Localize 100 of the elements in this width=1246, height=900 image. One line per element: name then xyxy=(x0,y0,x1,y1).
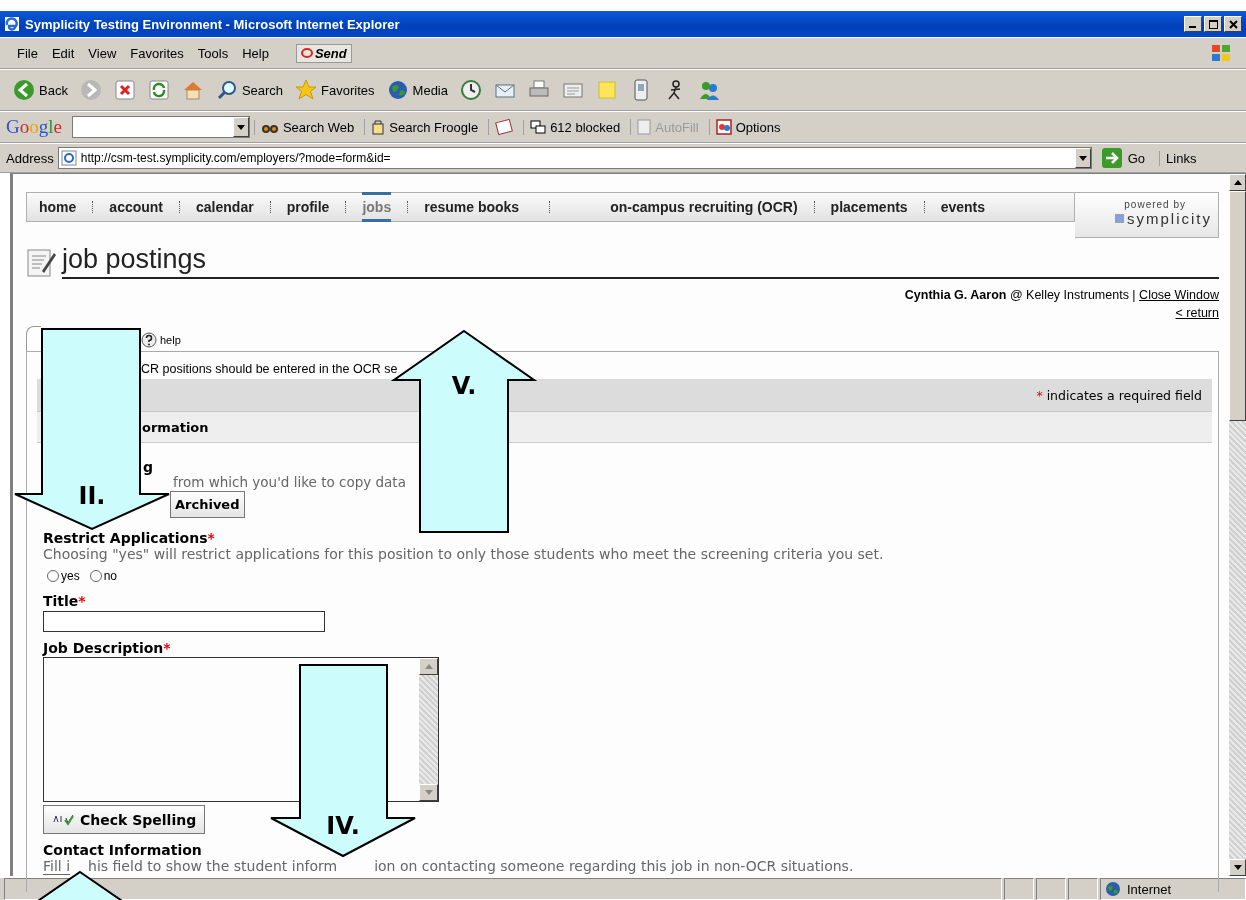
arrow-label: II. xyxy=(78,482,106,510)
people-icon xyxy=(698,79,720,101)
nav-tab[interactable]: account xyxy=(109,192,164,222)
dropdown-arrow-icon xyxy=(236,124,245,130)
security-zone: Internet xyxy=(1127,881,1172,897)
scrollbar[interactable] xyxy=(419,658,438,801)
field-description: from which you'd like to copy data xyxy=(173,475,406,489)
close-icon xyxy=(113,79,136,101)
brand-name: symplicity xyxy=(1127,210,1212,227)
field-description: his field to show the student inform xyxy=(88,858,338,875)
instruction-text: CR positions should be entered in the OCR se xyxy=(141,361,399,377)
status-panel xyxy=(1068,878,1098,900)
field-label: g xyxy=(142,459,155,475)
note-icon xyxy=(596,79,618,101)
field-description: ion on contacting someone regarding this job in non-OCR situations. xyxy=(374,858,854,875)
options-button[interactable]: Options xyxy=(708,119,787,135)
nav-tab[interactable]: profile xyxy=(286,192,330,222)
menu-item[interactable]: Help xyxy=(235,45,276,61)
shopping-bag-icon xyxy=(371,119,386,135)
maximize-icon xyxy=(1208,19,1218,29)
notepad-icon xyxy=(26,247,58,279)
close-window-link[interactable]: Close Window xyxy=(1139,288,1219,302)
field-label: Job Description* xyxy=(43,640,172,656)
down-arrow-icon xyxy=(424,790,433,795)
field-label: Restrict Applications* xyxy=(43,530,216,546)
google-search-field[interactable] xyxy=(71,116,250,138)
return-link[interactable]: < return xyxy=(1175,306,1219,320)
arrow-label: IV. xyxy=(326,812,360,840)
windows-logo-icon xyxy=(1210,43,1232,63)
popup-blocker-button[interactable]: 612 blocked xyxy=(523,119,627,135)
form-icon xyxy=(637,119,652,135)
page-icon xyxy=(60,150,77,166)
radio-option[interactable]: yes xyxy=(47,568,80,584)
favorites-button[interactable]: Favorites xyxy=(290,77,380,103)
star-icon xyxy=(295,79,318,101)
refresh-icon xyxy=(147,79,170,101)
help-icon xyxy=(141,332,157,348)
spellcheck-icon xyxy=(52,813,74,826)
nav-tab[interactable]: resume books xyxy=(424,192,520,222)
search-icon xyxy=(215,79,238,101)
page-heading: job postings xyxy=(62,244,1219,279)
radio-option[interactable]: no xyxy=(89,568,118,584)
help-link[interactable]: help xyxy=(141,332,181,348)
archived-button[interactable]: Archived xyxy=(170,491,245,518)
send-button[interactable]: Send xyxy=(295,43,352,63)
powered-by-caption: powered by xyxy=(1124,199,1186,210)
required-note: * indicates a required field xyxy=(1036,387,1202,403)
nav-tab[interactable]: jobs xyxy=(362,192,392,222)
close-button[interactable] xyxy=(1224,16,1242,32)
search-froogle-button[interactable]: Search Froogle xyxy=(364,119,485,135)
newspaper-icon xyxy=(495,119,514,135)
section-title: ormation xyxy=(142,419,209,435)
address-field[interactable]: http://csm-test.symplicity.com/employers/?mode=form&id= xyxy=(57,147,1092,169)
links-button[interactable]: Links xyxy=(1159,150,1203,166)
arrow-icon xyxy=(1101,148,1122,168)
go-button[interactable]: Go xyxy=(1095,148,1156,168)
user-info: Cynthia G. Aaron @ Kelley Instruments | xyxy=(904,288,1136,302)
up-arrow-icon xyxy=(424,664,433,669)
send-icon xyxy=(300,47,313,59)
windows-icon xyxy=(530,120,547,134)
options-icon xyxy=(715,119,732,135)
minimize-button[interactable] xyxy=(1184,16,1202,32)
globe-icon xyxy=(1105,881,1121,897)
close-icon xyxy=(1228,19,1238,29)
search-button[interactable]: Search xyxy=(210,77,289,103)
nav-tab[interactable]: on-campus recruiting (OCR) xyxy=(610,192,798,222)
maximize-button[interactable] xyxy=(1204,16,1222,32)
menu-item[interactable]: Tools xyxy=(190,45,236,61)
google-logo[interactable]: Google xyxy=(6,116,62,138)
scrollbar[interactable] xyxy=(1229,174,1246,876)
tab-edge xyxy=(26,326,41,351)
address-label: Address xyxy=(6,150,54,166)
field-label: Title* xyxy=(43,593,87,609)
window-title: Symplicity Testing Environment - Microsoft Internet Explorer xyxy=(25,16,401,32)
field-description: Fill i xyxy=(43,858,71,875)
status-panel xyxy=(1036,878,1066,900)
square-icon xyxy=(1115,214,1124,223)
clock-icon xyxy=(460,79,482,101)
media-button[interactable]: Media xyxy=(381,77,453,103)
nav-tab[interactable]: events xyxy=(940,192,985,222)
menu-item[interactable]: File xyxy=(10,45,45,61)
search-web-button[interactable]: Search Web xyxy=(253,119,361,135)
status-panel xyxy=(1004,878,1034,900)
field-description: Choosing "yes" will restrict applications for this position to only those students who meet the screening criteria you set. xyxy=(43,546,885,562)
back-button[interactable]: Back xyxy=(8,77,73,103)
menu-item[interactable]: Favorites xyxy=(123,45,191,61)
nav-tab[interactable]: placements xyxy=(830,192,908,222)
up-arrow-icon xyxy=(1233,180,1242,185)
menu-item[interactable]: Edit xyxy=(44,45,82,61)
menu-item[interactable]: View xyxy=(81,45,124,61)
dropdown-arrow-icon xyxy=(1078,155,1087,161)
down-arrow-icon xyxy=(1233,865,1242,870)
field-label: Contact Information xyxy=(43,842,203,858)
nav-tab[interactable]: calendar xyxy=(196,192,254,222)
globe-icon xyxy=(386,79,409,101)
browser-icon xyxy=(4,16,20,32)
title-input[interactable] xyxy=(43,611,325,632)
arrow-label: V. xyxy=(451,372,477,400)
check-spelling-button[interactable]: Check Spelling xyxy=(43,805,206,834)
nav-tab[interactable]: home xyxy=(39,192,77,222)
